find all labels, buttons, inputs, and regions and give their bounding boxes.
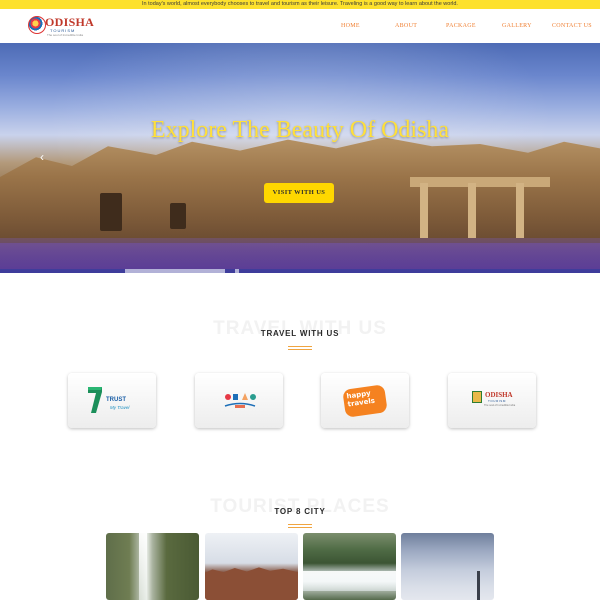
logo-tagline: The soul of Incredible India [47, 33, 84, 37]
waterfall-photo [303, 571, 396, 591]
section-divider [288, 346, 312, 350]
travel-icons-logo-icon [224, 393, 256, 408]
partner-card-happy-travels[interactable]: happy travels [321, 373, 409, 428]
nav-home[interactable]: HOME [341, 23, 360, 29]
hero-cave-opening [170, 203, 186, 229]
partner-name: TRUST [106, 397, 126, 403]
tower-photo [477, 571, 480, 600]
announcement-bar: In today's world, almost everybody choos… [0, 0, 600, 9]
slider-indicator[interactable] [125, 269, 225, 273]
hero-temple-pillar [516, 183, 524, 238]
visit-with-us-button[interactable]: VISIT WITH US [264, 183, 334, 203]
nav-package[interactable]: PACKAGE [446, 23, 476, 29]
partner-card-odisha-tourism[interactable]: ODISHA TOURISM The soul of Incredible In… [448, 373, 536, 428]
nav-gallery[interactable]: GALLERY [502, 23, 532, 29]
slider-prev-arrow-icon[interactable]: ‹ [40, 150, 44, 164]
trust-seven-icon [88, 387, 102, 413]
partner-subtitle: My Travel [110, 405, 130, 410]
partner-tagline: The soul of Incredible India [484, 404, 516, 407]
odisha-emblem-icon [472, 391, 482, 403]
hero-temple-pillar [468, 183, 476, 238]
partner-subtitle: TOURISM [488, 399, 506, 403]
hero-cave-opening [100, 193, 122, 231]
partner-card-trust-my-travel[interactable]: TRUST My Travel [68, 373, 156, 428]
section-divider [288, 524, 312, 528]
odisha-tourism-logo[interactable]: ODISHA TOURISM The soul of Incredible In… [28, 14, 94, 38]
slider-progress-track [0, 269, 600, 273]
places-section-title: TOP 8 CITY [274, 507, 326, 516]
hero-temple-lintel [410, 177, 550, 187]
city-card-rock-ruins[interactable] [205, 533, 298, 600]
navbar: ODISHA TOURISM The soul of Incredible In… [0, 9, 600, 43]
city-card-cloudy-sky[interactable] [401, 533, 494, 600]
nav-contact-us[interactable]: CONTACT US [552, 23, 592, 29]
hero-temple-pillar [420, 183, 428, 238]
nav-about[interactable]: ABOUT [395, 23, 417, 29]
travel-section-title: TRAVEL WITH US [260, 329, 340, 338]
logo-badge-icon [28, 16, 46, 34]
city-card-waterfall-forest[interactable] [303, 533, 396, 600]
slider-indicator[interactable] [235, 269, 239, 273]
city-card-waterfall-cliff[interactable] [106, 533, 199, 600]
hero-title: Explore The Beauty Of Odisha [150, 117, 450, 143]
rock-ruins-photo [205, 567, 298, 600]
partner-name: ODISHA [485, 391, 513, 399]
hero-ground-overlay [0, 238, 600, 273]
partner-card-travel-icons[interactable] [195, 373, 283, 428]
waterfall-photo [139, 533, 147, 600]
hero-slider: ‹ Explore The Beauty Of Odisha VISIT WIT… [0, 43, 600, 273]
